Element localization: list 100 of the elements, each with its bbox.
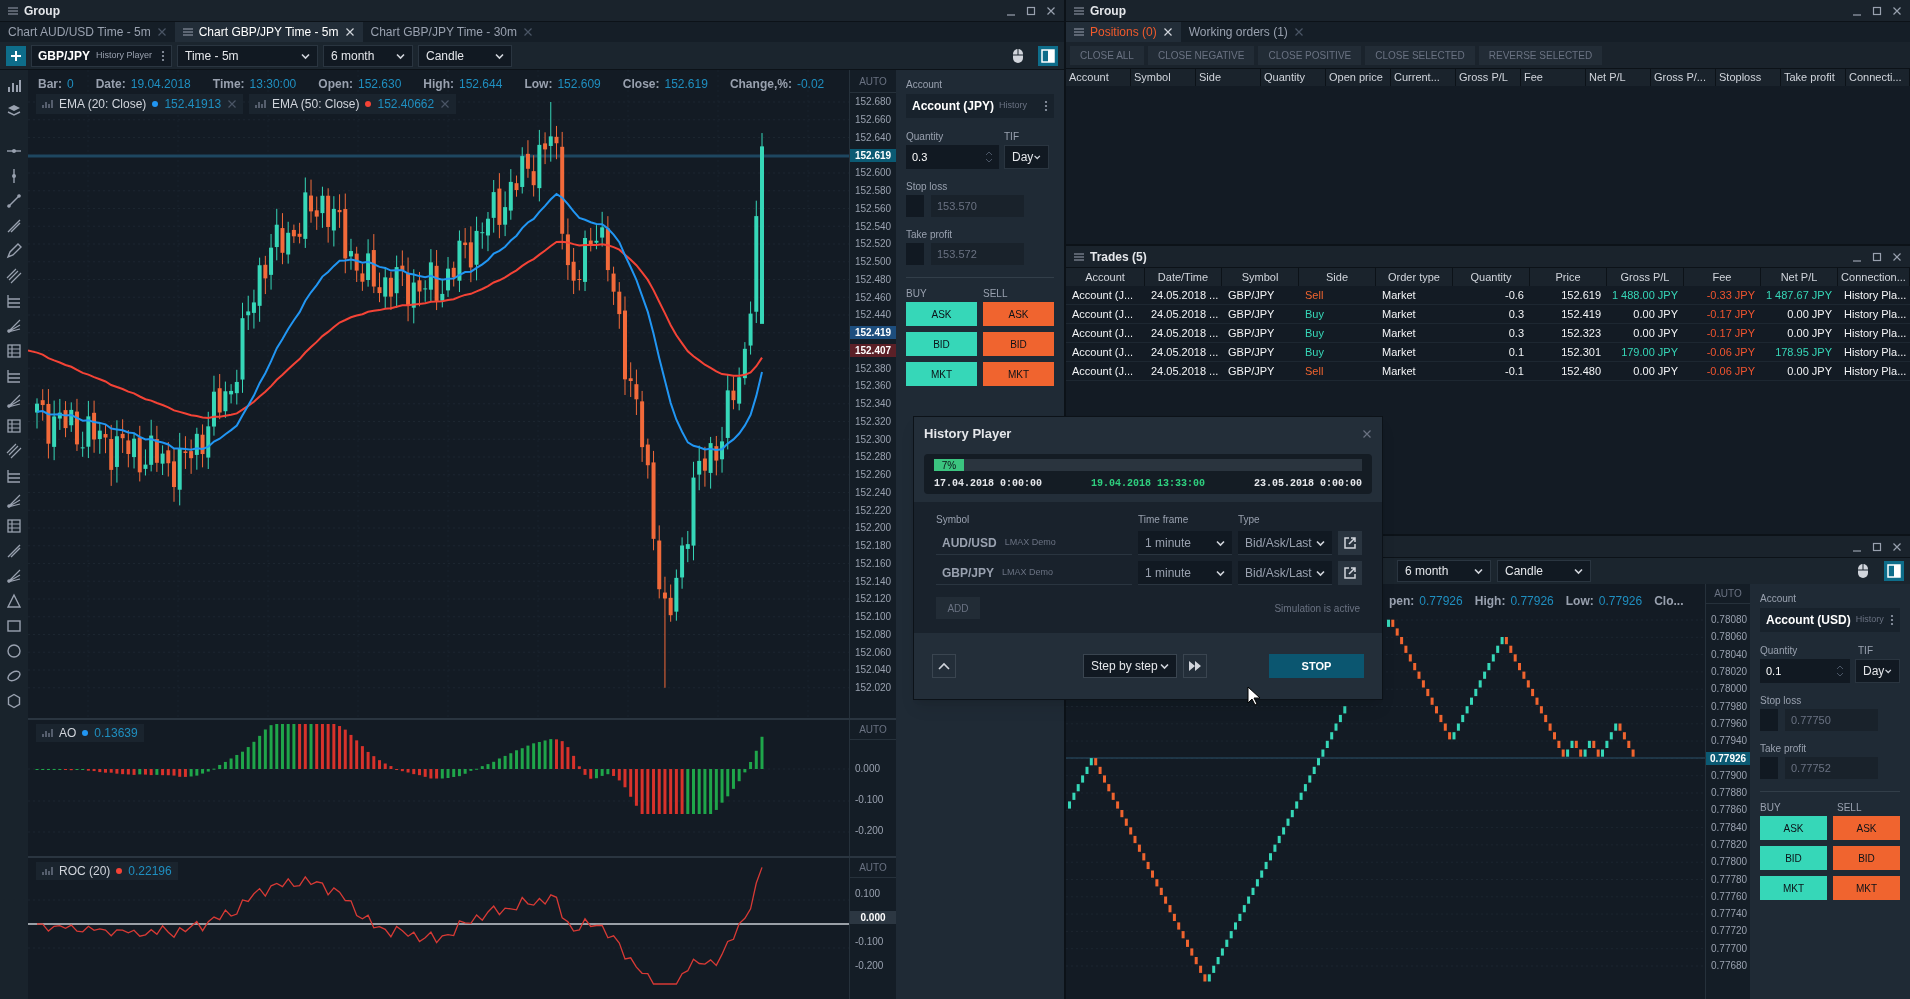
column-header[interactable]: Order type — [1376, 268, 1453, 286]
panel-toggle-button[interactable] — [1884, 561, 1904, 581]
grid-icon[interactable] — [6, 518, 22, 534]
symbol-field[interactable]: GBP/JPY LMAX Demo — [936, 561, 1132, 585]
tab[interactable]: Positions (0) — [1066, 22, 1181, 42]
column-header[interactable]: Account — [1066, 268, 1145, 286]
tab[interactable]: Working orders (1) — [1180, 22, 1312, 42]
account-selector[interactable]: Account (JPY) History — [906, 94, 1054, 118]
triangle-icon[interactable] — [6, 593, 22, 609]
panel-toggle-button[interactable] — [1038, 45, 1058, 66]
hexagon-icon[interactable] — [6, 693, 22, 709]
mouse-icon[interactable] — [1011, 47, 1025, 64]
symbol-field[interactable]: AUD/USD LMAX Demo — [936, 531, 1132, 555]
type-dropdown[interactable]: Bid/Ask/Last — [1238, 531, 1332, 555]
rectangle-icon[interactable] — [6, 618, 22, 634]
quantity-field[interactable]: 0.1 — [1760, 659, 1850, 683]
maximize-icon[interactable] — [1872, 541, 1882, 552]
sell-button[interactable]: BID — [983, 332, 1054, 356]
levels-icon[interactable] — [6, 293, 22, 309]
tif-dropdown[interactable]: Day — [1855, 659, 1900, 683]
fan-icon[interactable] — [6, 493, 22, 509]
pencil-icon[interactable] — [6, 243, 22, 259]
sell-button[interactable]: ASK — [1833, 816, 1900, 840]
buy-button[interactable]: ASK — [1760, 816, 1827, 840]
timeframe-dropdown[interactable]: 1 minute — [1138, 531, 1232, 555]
close-icon[interactable] — [1892, 251, 1902, 262]
quantity-field[interactable]: 0.3 — [906, 145, 999, 169]
more-icon[interactable] — [161, 49, 165, 62]
collapse-button[interactable] — [932, 654, 956, 678]
buy-button[interactable]: BID — [1760, 846, 1827, 870]
price-badge: 152.419 — [850, 326, 896, 340]
open-external-button[interactable] — [1338, 531, 1362, 555]
sell-button[interactable]: BID — [1833, 846, 1900, 870]
close-icon[interactable] — [1046, 5, 1056, 16]
maximize-icon[interactable] — [1026, 5, 1036, 16]
buy-button[interactable]: MKT — [1760, 876, 1827, 900]
layers-icon[interactable] — [6, 103, 22, 119]
column-header[interactable]: Quantity — [1453, 268, 1530, 286]
mouse-icon[interactable] — [1856, 563, 1870, 579]
ellipse-icon[interactable] — [6, 668, 22, 684]
menu-icon[interactable] — [1074, 5, 1084, 16]
open-external-button[interactable] — [1338, 561, 1362, 585]
stop-button[interactable]: STOP — [1269, 654, 1364, 678]
column-header[interactable]: Price — [1530, 268, 1607, 286]
timeframe-dropdown[interactable]: Time - 5m — [177, 44, 318, 67]
fast-forward-button[interactable] — [1183, 654, 1207, 678]
grid-icon[interactable] — [6, 343, 22, 359]
symbol-selector[interactable]: GBP/JPY History Player — [31, 44, 172, 67]
sell-button[interactable]: ASK — [983, 302, 1054, 326]
sell-button[interactable]: MKT — [983, 362, 1054, 386]
circle-icon[interactable] — [6, 643, 22, 659]
timeframe-dropdown[interactable]: 1 minute — [1138, 561, 1232, 585]
grid-icon[interactable] — [6, 418, 22, 434]
maximize-icon[interactable] — [1872, 251, 1882, 262]
channel-icon[interactable] — [6, 443, 22, 459]
tif-dropdown[interactable]: Day — [1004, 145, 1049, 169]
ray-icon[interactable] — [6, 543, 22, 559]
table-cell-text: History Pla... — [1843, 344, 1908, 360]
channel-icon[interactable] — [6, 268, 22, 284]
chart-type-dropdown[interactable]: Candle — [1497, 560, 1591, 582]
tab[interactable]: Chart GBP/JPY Time - 30m — [362, 22, 542, 42]
column-header[interactable]: Gross P/L — [1607, 268, 1684, 286]
buy-button[interactable]: ASK — [906, 302, 977, 326]
menu-icon[interactable] — [1074, 27, 1084, 37]
menu-icon[interactable] — [8, 5, 18, 16]
axis-label: 152.340 — [854, 397, 892, 412]
menu-icon[interactable] — [1074, 251, 1084, 262]
account-selector[interactable]: Account (USD) History — [1760, 608, 1900, 632]
close-icon[interactable] — [1892, 541, 1902, 552]
column-header[interactable]: Date/Time — [1145, 268, 1222, 286]
column-header[interactable]: Net P/L — [1761, 268, 1838, 286]
bars-icon[interactable] — [6, 78, 22, 94]
fan-icon[interactable] — [6, 568, 22, 584]
indicator-name: ROC (20) — [59, 863, 111, 880]
column-header[interactable]: Side — [1299, 268, 1376, 286]
trend-line-icon[interactable] — [6, 193, 22, 209]
mode-dropdown[interactable]: Step by step — [1083, 654, 1177, 678]
close-icon[interactable] — [1892, 5, 1902, 16]
levels-icon[interactable] — [6, 368, 22, 384]
more-icon[interactable] — [1044, 100, 1048, 112]
fan-icon[interactable] — [6, 318, 22, 334]
levels-icon[interactable] — [6, 468, 22, 484]
column-header[interactable]: Connection... — [1838, 268, 1910, 286]
sell-button[interactable]: MKT — [1833, 876, 1900, 900]
column-header[interactable]: Symbol — [1222, 268, 1299, 286]
buy-button[interactable]: BID — [906, 332, 977, 356]
range-dropdown[interactable]: 6 month — [1397, 560, 1491, 582]
maximize-icon[interactable] — [1872, 5, 1882, 16]
chart-type-dropdown[interactable]: Candle — [418, 44, 512, 67]
column-header[interactable]: Fee — [1684, 268, 1761, 286]
tab[interactable]: Chart GBP/JPY Time - 5m — [174, 22, 363, 42]
menu-icon[interactable] — [182, 27, 193, 37]
add-button[interactable] — [6, 45, 26, 66]
type-dropdown[interactable]: Bid/Ask/Last — [1238, 561, 1332, 585]
tab[interactable]: Chart AUD/USD Time - 5m — [0, 22, 175, 42]
fan-icon[interactable] — [6, 393, 22, 409]
ray-icon[interactable] — [6, 218, 22, 234]
range-dropdown[interactable]: 6 month — [323, 44, 413, 67]
buy-button[interactable]: MKT — [906, 362, 977, 386]
more-icon[interactable] — [1890, 614, 1894, 626]
